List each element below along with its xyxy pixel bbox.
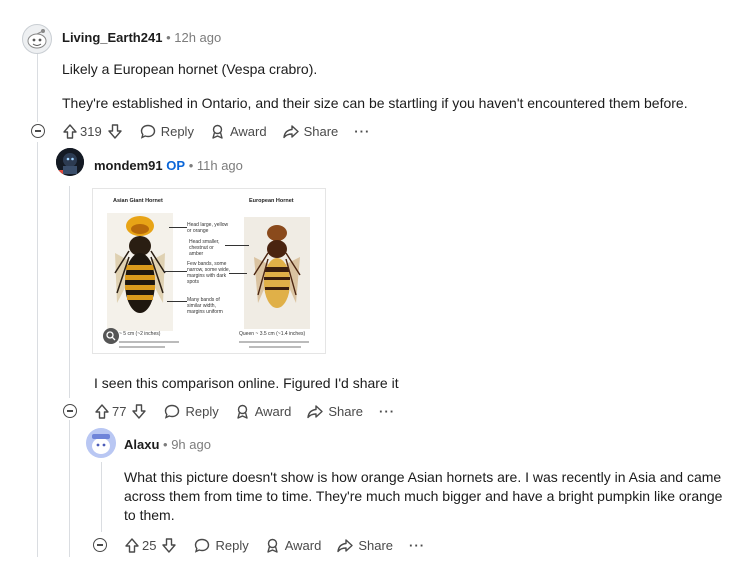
award-icon [212,124,223,139]
upvote-icon[interactable] [95,403,109,419]
timestamp[interactable]: 12h ago [174,30,221,45]
share-icon [282,124,299,138]
collapse-icon[interactable] [31,124,45,138]
username[interactable]: Living_Earth241 [62,30,162,45]
share-icon [307,404,324,418]
award-label: Award [284,537,322,553]
annotation-many-bands: Many bands of similar width, margins uni… [187,297,223,315]
avatar[interactable] [56,148,84,176]
thread-line-1[interactable] [37,52,38,122]
collapse-icon[interactable] [93,538,107,552]
share-label: Share [303,123,339,139]
pointer-line [163,271,187,272]
fine-print-credit [119,341,179,343]
reply-button[interactable]: Reply [140,124,194,139]
reply-button[interactable]: Reply [194,537,249,553]
fine-print-credit [239,341,309,343]
award-icon [267,538,278,553]
vote-count: 25 [142,537,157,553]
asian-giant-hornet-picture [107,213,173,331]
comment-actions: 25 Reply Award Share ··· [93,533,425,557]
username[interactable]: mondem91 [94,158,163,173]
dark-avatar-icon [56,148,84,176]
annotation-head-smaller: Head smaller, chestnut or amber [189,239,220,257]
blue-avatar-icon [86,428,116,458]
downvote-icon[interactable] [162,537,177,553]
downvote-icon[interactable] [108,123,122,139]
image-right-caption: Queen ~ 3.5 cm (~1.4 inches) [239,331,306,337]
reply-label: Reply [215,537,249,553]
comment-meta: Living_Earth241 • 12h ago [62,30,221,45]
reply-label: Reply [185,403,219,419]
pointer-line [229,273,247,274]
comment-meta: mondem91 OP • 11h ago [94,158,243,173]
expand-image-icon[interactable] [103,328,119,344]
award-button[interactable]: Award [210,124,267,139]
image-left-title: Asian Giant Hornet [113,198,163,204]
share-label: Share [358,537,394,553]
award-label: Award [229,123,267,139]
comment-paragraph: What this picture doesn't show is how or… [124,469,723,523]
pointer-line [225,245,249,246]
comment-paragraph: They're established in Ontario, and thei… [62,95,688,111]
thread-line-2-child[interactable] [69,420,70,557]
fine-print-credit [249,346,301,348]
vote-count: 319 [80,123,102,139]
avatar[interactable] [22,24,52,54]
more-options-icon[interactable]: ··· [354,124,370,139]
downvote-icon[interactable] [132,403,147,419]
comment-actions: 319 Reply Award Share ··· [31,119,370,143]
pointer-line [169,227,187,228]
snoo-avatar-icon [27,29,47,49]
award-label: Award [254,403,292,419]
avatar[interactable] [86,428,116,458]
username[interactable]: Alaxu [124,437,159,452]
comment-actions: 77 Reply Award Share ··· [63,399,395,423]
european-hornet-picture [244,217,310,329]
award-button[interactable]: Award [235,403,292,419]
share-button[interactable]: Share [337,538,393,553]
comment-paragraph: I seen this comparison online. Figured I… [94,375,399,391]
pointer-line [167,301,187,302]
annotation-head-large: Head large, yellow or orange [187,222,229,234]
reply-button[interactable]: Reply [164,403,219,419]
thread-line-2[interactable] [69,186,70,398]
upvote-icon[interactable] [125,537,139,553]
award-icon [237,404,248,419]
thread-line-1-child[interactable] [37,142,38,557]
hornet-comparison-image[interactable]: Asian Giant Hornet European Hornet Head … [92,188,326,354]
share-label: Share [328,403,364,419]
op-badge: OP [166,158,186,173]
upvote-icon[interactable] [63,123,77,139]
separator-dot: • [166,30,175,45]
timestamp[interactable]: 9h ago [171,437,211,452]
annotation-few-bands: Few bands, some narrow, some wide, margi… [187,261,231,285]
fine-print-credit [119,346,165,348]
collapse-icon[interactable] [63,404,77,418]
share-button[interactable]: Share [282,123,339,139]
share-button[interactable]: Share [307,404,363,419]
award-button[interactable]: Award [265,537,322,553]
comment-meta: Alaxu • 9h ago [124,437,211,452]
more-options-icon[interactable]: ··· [409,538,425,553]
image-left-caption: ~ 5 cm (~2 inches) [119,331,161,337]
separator-dot: • [163,437,172,452]
comment-paragraph: Likely a European hornet (Vespa crabro). [62,61,318,77]
reply-label: Reply [160,123,194,139]
thread-line-3[interactable] [101,462,102,532]
comment-icon [165,404,180,419]
separator-dot: • [188,158,197,173]
vote-count: 77 [112,403,127,419]
share-icon [337,538,354,552]
comment-icon [140,124,155,139]
more-options-icon[interactable]: ··· [379,404,395,419]
timestamp[interactable]: 11h ago [197,158,243,173]
image-right-title: European Hornet [249,198,294,204]
comment-icon [195,538,210,553]
